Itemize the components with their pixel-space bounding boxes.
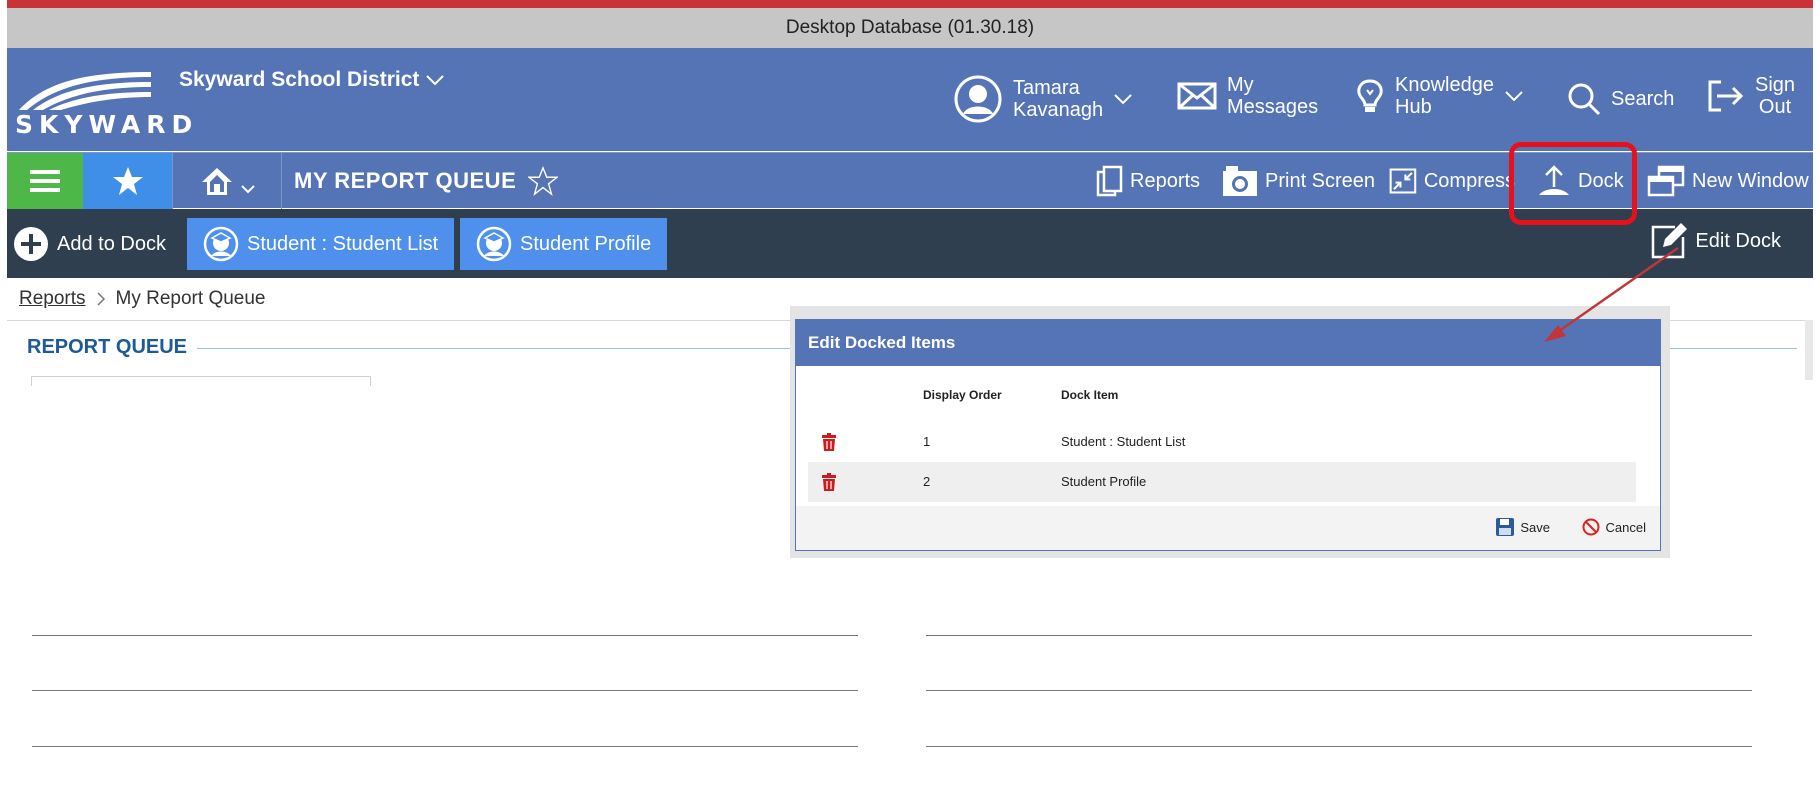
trash-icon[interactable] <box>822 433 836 451</box>
district-selector[interactable]: Skyward School District <box>179 68 445 92</box>
add-to-dock-button[interactable]: Add to Dock <box>13 226 166 262</box>
cancel-label: Cancel <box>1605 519 1646 535</box>
plus-circle-icon <box>14 227 48 261</box>
knowledge-label-1: Knowledge <box>1395 74 1494 96</box>
window-title-bar: Desktop Database (01.30.18) <box>7 8 1813 48</box>
dock-item-student-profile[interactable]: Student Profile <box>460 218 668 270</box>
knowledge-label-2: Hub <box>1395 96 1432 118</box>
new-window-icon <box>1647 165 1685 197</box>
blank-line <box>926 746 1752 747</box>
section-title: REPORT QUEUE <box>27 336 188 358</box>
row-display-order: 2 <box>923 474 931 489</box>
user-avatar-icon <box>954 75 1002 123</box>
trash-icon[interactable] <box>822 473 836 491</box>
sign-out-icon <box>1708 80 1744 112</box>
camera-icon <box>1223 166 1257 196</box>
report-queue-panel <box>31 376 371 386</box>
district-name: Skyward School District <box>179 68 420 91</box>
messages-label-1: My <box>1227 74 1254 96</box>
skyward-logo[interactable]: SKYWARD <box>15 64 192 144</box>
edit-dock-button[interactable]: Edit Dock <box>1649 221 1781 261</box>
blank-line <box>926 635 1752 636</box>
sign-out-label-2: Out <box>1758 96 1792 118</box>
new-window-label: New Window <box>1692 169 1809 192</box>
lightbulb-icon <box>1357 79 1383 112</box>
cancel-button[interactable]: Cancel <box>1582 518 1646 536</box>
star-icon <box>112 167 143 195</box>
print-screen-label: Print Screen <box>1265 169 1376 192</box>
logo-swoosh-icon <box>19 72 151 110</box>
blank-line <box>926 690 1752 691</box>
reports-button[interactable]: Reports <box>1095 161 1200 201</box>
dialog-title: Edit Docked Items <box>808 333 956 352</box>
user-last-name: Kavanagh <box>1013 99 1104 121</box>
row-display-order: 1 <box>923 434 931 449</box>
compress-button[interactable]: Compress <box>1389 161 1515 201</box>
breadcrumb-reports-link[interactable]: Reports <box>19 288 86 310</box>
blank-line <box>32 635 858 636</box>
dock-item-label: Student Profile <box>520 232 652 255</box>
cancel-circle-icon <box>1582 518 1600 536</box>
table-row: 2 Student Profile <box>808 462 1636 502</box>
compress-label: Compress <box>1423 169 1515 192</box>
table-row: 1 Student : Student List <box>808 422 1636 462</box>
save-button[interactable]: Save <box>1496 518 1550 536</box>
search-icon <box>1568 83 1601 116</box>
favorites-button[interactable] <box>83 153 173 209</box>
reports-label: Reports <box>1130 169 1201 192</box>
save-label: Save <box>1520 519 1550 535</box>
edit-dock-label: Edit Dock <box>1695 229 1781 252</box>
breadcrumb-current: My Report Queue <box>115 288 266 309</box>
column-header-display-order: Display Order <box>923 388 1002 402</box>
edit-docked-items-dialog: Edit Docked Items Display Order Dock Ite… <box>795 319 1661 551</box>
hamburger-menu-icon <box>30 170 60 192</box>
blank-line <box>32 690 858 691</box>
chevron-down-icon <box>426 75 445 86</box>
breadcrumb: Reports My Report Queue <box>19 288 266 310</box>
edit-pencil-icon <box>1652 223 1688 259</box>
chevron-down-icon <box>1505 91 1523 102</box>
window-title: Desktop Database (01.30.18) <box>785 17 1035 38</box>
student-icon <box>476 226 512 262</box>
home-menu-button[interactable] <box>174 153 282 209</box>
dialog-footer: Save Cancel <box>796 506 1660 550</box>
envelope-icon <box>1177 82 1217 110</box>
chevron-down-icon <box>1114 94 1132 105</box>
compress-icon <box>1389 168 1417 194</box>
student-icon <box>203 226 239 262</box>
knowledge-hub-link[interactable]: Knowledge Hub <box>1355 74 1524 118</box>
search-link[interactable]: Search <box>1567 82 1674 116</box>
chevron-down-icon <box>240 185 255 194</box>
print-screen-button[interactable]: Print Screen <box>1222 161 1375 201</box>
chevron-right-icon <box>97 292 105 306</box>
blank-line <box>32 746 858 747</box>
floppy-disk-icon <box>1496 518 1515 536</box>
dock-item-student-list[interactable]: Student : Student List <box>187 218 455 270</box>
new-window-button[interactable]: New Window <box>1647 161 1809 201</box>
user-first-name: Tamara <box>1013 77 1080 99</box>
my-messages-link[interactable]: My Messages <box>1177 74 1318 118</box>
home-icon <box>201 168 232 195</box>
row-dock-item: Student Profile <box>1061 474 1147 489</box>
add-to-dock-label: Add to Dock <box>57 232 166 255</box>
dock-item-label: Student : Student List <box>247 232 439 255</box>
row-dock-item: Student : Student List <box>1061 434 1186 449</box>
dialog-header: Edit Docked Items <box>796 320 1660 366</box>
search-label: Search <box>1611 88 1675 110</box>
sign-out-label-1: Sign <box>1755 74 1796 96</box>
scrollbar[interactable] <box>1805 320 1813 380</box>
user-menu[interactable]: Tamara Kavanagh <box>953 74 1133 124</box>
messages-label-2: Messages <box>1227 96 1319 118</box>
main-menu-button[interactable] <box>7 153 83 209</box>
page-title: MY REPORT QUEUE <box>294 168 517 193</box>
reports-icon <box>1096 165 1123 197</box>
dock-highlight-callout <box>1509 142 1637 225</box>
sign-out-link[interactable]: Sign Out <box>1707 74 1795 118</box>
page-title-area: MY REPORT QUEUE <box>294 153 559 209</box>
favorite-star-outline-icon[interactable] <box>528 166 559 196</box>
window-top-border <box>7 0 1813 8</box>
logo-wordmark: SKYWARD <box>15 110 199 139</box>
column-header-dock-item: Dock Item <box>1061 388 1119 402</box>
app-header: SKYWARD Skyward School District Tamara Ka… <box>7 48 1813 151</box>
